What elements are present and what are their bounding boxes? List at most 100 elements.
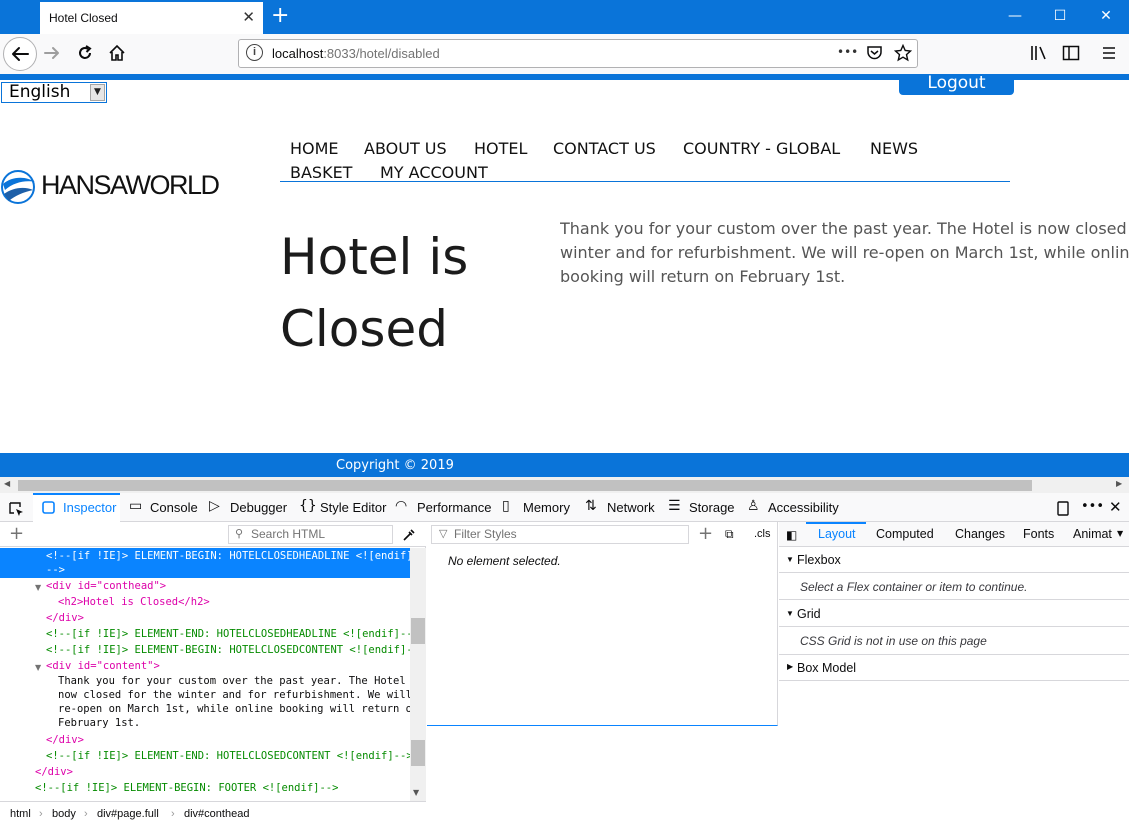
grid-note: CSS Grid is not in use on this page bbox=[800, 634, 987, 648]
element-picker-icon[interactable] bbox=[8, 501, 24, 517]
expand-triangle-icon[interactable]: ▼ bbox=[35, 663, 41, 672]
chevron-right-icon: ▶ bbox=[787, 662, 794, 671]
tab-inspector[interactable]: Inspector bbox=[63, 500, 116, 515]
tab-console[interactable]: Console bbox=[150, 500, 198, 515]
markup-text-node[interactable]: re-open on March 1st, while online booki… bbox=[58, 702, 418, 716]
markup-node-close[interactable]: </div> bbox=[46, 732, 84, 748]
markup-comment[interactable]: <!--[if !IE]> ELEMENT-END: HOTELCLOSEDHE… bbox=[46, 626, 419, 642]
hansaworld-logo-icon[interactable] bbox=[0, 168, 38, 206]
pseudo-class-toggle-icon[interactable]: ⧉ bbox=[725, 527, 734, 542]
nav-about-us[interactable]: ABOUT US bbox=[364, 139, 447, 158]
logout-button[interactable]: Logout bbox=[899, 74, 1014, 95]
flexbox-section-header[interactable]: ▼ Flexbox bbox=[779, 547, 1129, 573]
tab-layout[interactable]: Layout bbox=[818, 527, 856, 541]
tab-animations[interactable]: Animat bbox=[1073, 527, 1112, 541]
language-select[interactable]: English ▼ bbox=[1, 82, 107, 103]
search-html-input[interactable]: Search HTML bbox=[228, 525, 393, 544]
home-icon[interactable] bbox=[108, 44, 126, 62]
markup-comment[interactable]: <!--[if !IE]> ELEMENT-BEGIN: FOOTER <![e… bbox=[35, 780, 338, 796]
devtools-active-tab-indicator bbox=[33, 493, 120, 495]
markup-node-h2[interactable]: <h2>Hotel is Closed</h2> bbox=[58, 594, 210, 610]
add-rule-icon[interactable]: + bbox=[698, 524, 713, 544]
eyedropper-icon[interactable] bbox=[401, 527, 417, 543]
forward-arrow-icon[interactable] bbox=[42, 44, 62, 62]
layout-active-tab-indicator bbox=[806, 522, 866, 524]
scroll-down-icon[interactable]: ▼ bbox=[413, 788, 419, 797]
horizontal-scrollbar-thumb[interactable] bbox=[18, 480, 1032, 491]
main-navigation: HOME ABOUT US HOTEL CONTACT US COUNTRY -… bbox=[280, 137, 1010, 182]
pocket-icon[interactable] bbox=[866, 45, 883, 61]
sidebar-icon[interactable] bbox=[1062, 45, 1080, 61]
breadcrumb-item[interactable]: html bbox=[10, 808, 31, 820]
markup-comment[interactable]: <!--[if !IE]> ELEMENT-BEGIN: HOTELCLOSED… bbox=[46, 642, 425, 658]
logo-text[interactable]: HANSAWORLD bbox=[41, 170, 220, 201]
nav-hotel[interactable]: HOTEL bbox=[474, 139, 527, 158]
url-text[interactable]: localhost:8033/hotel/disabled bbox=[272, 46, 440, 61]
console-icon: ▭ bbox=[129, 498, 143, 514]
markup-text-node[interactable]: now closed for the winter and for refurb… bbox=[58, 688, 412, 702]
expand-triangle-icon[interactable]: ▼ bbox=[35, 583, 41, 592]
markup-text-node[interactable]: February 1st. bbox=[58, 716, 140, 730]
tab-accessibility[interactable]: Accessibility bbox=[768, 500, 839, 515]
cls-toggle[interactable]: .cls bbox=[754, 528, 771, 540]
tab-computed[interactable]: Computed bbox=[876, 527, 934, 541]
maximize-button[interactable]: ☐ bbox=[1048, 6, 1072, 26]
browser-tab[interactable]: Hotel Closed ✕ bbox=[40, 0, 263, 34]
network-icon: ⇅ bbox=[585, 498, 597, 514]
tab-network[interactable]: Network bbox=[607, 500, 655, 515]
markup-scrollbar-thumb[interactable] bbox=[411, 740, 425, 766]
hamburger-menu-icon[interactable] bbox=[1102, 46, 1116, 60]
devtools-menu-icon[interactable]: ••• bbox=[1081, 499, 1104, 514]
responsive-mode-icon[interactable] bbox=[1055, 500, 1071, 516]
tab-memory[interactable]: Memory bbox=[523, 500, 570, 515]
breadcrumb-separator-icon: › bbox=[39, 808, 43, 820]
tab-storage[interactable]: Storage bbox=[689, 500, 735, 515]
tab-debugger[interactable]: Debugger bbox=[230, 500, 287, 515]
nav-country-global[interactable]: COUNTRY - GLOBAL bbox=[683, 139, 840, 158]
filter-styles-input[interactable]: Filter Styles bbox=[431, 525, 689, 544]
nav-basket[interactable]: BASKET bbox=[290, 163, 352, 182]
tab-close-icon[interactable]: ✕ bbox=[242, 9, 255, 25]
nav-news[interactable]: NEWS bbox=[870, 139, 918, 158]
breadcrumb-item[interactable]: body bbox=[52, 808, 76, 820]
tab-title: Hotel Closed bbox=[49, 11, 118, 25]
tab-changes[interactable]: Changes bbox=[955, 527, 1005, 541]
toggle-sidebar-icon[interactable]: ◧ bbox=[786, 528, 797, 542]
markup-comment[interactable]: <!--[if !IE]> ELEMENT-END: HOTELCLOSEDCO… bbox=[46, 748, 413, 764]
add-node-icon[interactable]: + bbox=[9, 524, 24, 544]
scroll-right-icon[interactable]: ▶ bbox=[1116, 479, 1122, 488]
bookmark-star-icon[interactable] bbox=[894, 44, 912, 62]
back-button[interactable] bbox=[3, 37, 37, 71]
nav-home[interactable]: HOME bbox=[290, 139, 339, 158]
markup-node-close[interactable]: </div> bbox=[35, 764, 73, 780]
tab-performance[interactable]: Performance bbox=[417, 500, 491, 515]
grid-section-header[interactable]: ▼ Grid bbox=[779, 601, 1129, 627]
nav-my-account[interactable]: MY ACCOUNT bbox=[380, 163, 488, 182]
tab-style-editor[interactable]: Style Editor bbox=[320, 500, 386, 515]
tab-fonts[interactable]: Fonts bbox=[1023, 527, 1054, 541]
divider bbox=[779, 599, 1129, 600]
chevron-down-icon: ▼ bbox=[786, 555, 794, 564]
box-model-section-header[interactable]: ▶ Box Model bbox=[779, 655, 1129, 681]
selected-markup-row[interactable]: <!--[if !IE]> ELEMENT-BEGIN: HOTELCLOSED… bbox=[0, 548, 413, 578]
reload-icon[interactable] bbox=[76, 44, 94, 62]
markup-node-conthead[interactable]: <div id="conthead"> bbox=[46, 578, 166, 594]
new-tab-button[interactable]: + bbox=[271, 4, 289, 28]
scroll-left-icon[interactable]: ◀ bbox=[4, 479, 10, 488]
page-actions-icon[interactable]: ••• bbox=[837, 45, 858, 59]
nav-contact-us[interactable]: CONTACT US bbox=[553, 139, 656, 158]
performance-icon: ◠ bbox=[395, 498, 408, 514]
breadcrumb-item[interactable]: div#conthead bbox=[184, 808, 249, 820]
devtools-close-icon[interactable]: ✕ bbox=[1109, 498, 1122, 516]
tabs-overflow-icon[interactable]: ▼ bbox=[1117, 529, 1123, 538]
breadcrumb-item[interactable]: div#page.full bbox=[97, 808, 159, 820]
library-icon[interactable] bbox=[1030, 45, 1048, 61]
minimize-button[interactable]: — bbox=[1003, 6, 1027, 26]
closed-message: Thank you for your custom over the past … bbox=[560, 217, 1129, 289]
markup-node-close[interactable]: </div> bbox=[46, 610, 84, 626]
markup-text-node[interactable]: Thank you for your custom over the past … bbox=[58, 674, 425, 688]
site-info-icon[interactable]: i bbox=[246, 44, 263, 61]
markup-scrollbar-thumb[interactable] bbox=[411, 618, 425, 644]
markup-node-content[interactable]: <div id="content"> bbox=[46, 658, 160, 674]
window-close-button[interactable]: ✕ bbox=[1094, 6, 1118, 26]
